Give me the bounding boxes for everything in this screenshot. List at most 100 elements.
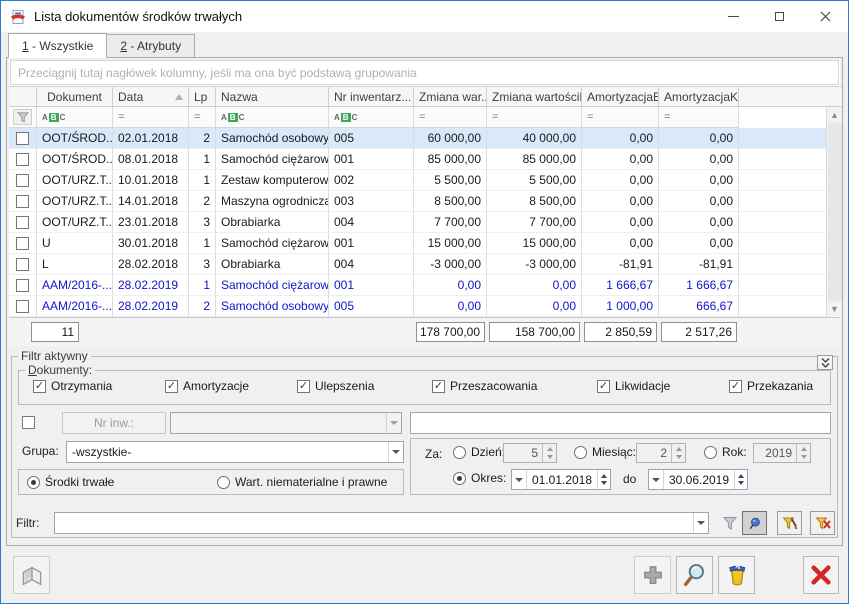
tab-wszystkie[interactable]: 1 - Wszystkie [8, 33, 107, 58]
radio-srodki-trwale[interactable]: Środki trwałe [27, 475, 217, 489]
radio-wartosci-niematerialne[interactable]: Wart. niematerialne i prawne [217, 475, 387, 489]
table-row[interactable]: OOT/URZ.T...10.01.20181Zestaw komputerow… [9, 170, 826, 191]
column-header-c3[interactable]: Lp [189, 86, 216, 107]
table-row[interactable]: OOT/ŚROD...02.01.20182Samochód osobowy .… [9, 128, 826, 149]
row-checkbox[interactable] [16, 258, 29, 271]
book-button[interactable] [13, 556, 50, 594]
view-button[interactable] [676, 556, 713, 594]
nr-inw-checkbox[interactable] [22, 416, 35, 429]
pin-filter-button[interactable] [742, 511, 767, 535]
radio-okres[interactable]: Okres: [453, 471, 506, 485]
radio-miesiac[interactable]: Miesiąc: [574, 445, 636, 459]
table-row[interactable]: U30.01.20181Samochód ciężarowy00115 000,… [9, 233, 826, 254]
filtr-combo[interactable] [54, 512, 709, 534]
row-select-cell[interactable] [9, 128, 37, 148]
document-type-checkbox-5[interactable]: Likwidacje [597, 379, 670, 393]
tab-atrybuty[interactable]: 2 - Atrybuty [106, 34, 195, 57]
row-select-cell[interactable] [9, 296, 37, 316]
nr-inw-combo[interactable] [170, 412, 402, 434]
row-select-cell[interactable] [9, 191, 37, 211]
scroll-up-icon[interactable]: ▲ [827, 107, 843, 123]
row-select-cell[interactable] [9, 233, 37, 253]
filter-cell-c8[interactable]: = [582, 107, 659, 128]
row-checkbox[interactable] [16, 153, 29, 166]
close-button[interactable] [803, 556, 839, 594]
column-header-c7[interactable]: Zmiana wartościK [487, 86, 582, 107]
row-select-cell[interactable] [9, 254, 37, 274]
column-header-c9[interactable]: AmortyzacjaK [659, 86, 739, 107]
filter-cell-c6[interactable]: = [414, 107, 487, 128]
column-header-select[interactable] [9, 86, 37, 107]
spinner-arrows-icon[interactable] [796, 444, 810, 462]
group-by-bar[interactable]: Przeciągnij tutaj nagłówek kolumny, jeśl… [10, 60, 839, 85]
row-checkbox[interactable] [16, 279, 29, 292]
table-row[interactable]: OOT/URZ.T...23.01.20183Obrabiarka0047 70… [9, 212, 826, 233]
row-checkbox[interactable] [16, 132, 29, 145]
column-header-c1[interactable]: Dokument [37, 86, 113, 107]
row-select-cell[interactable] [9, 275, 37, 295]
date-from-picker[interactable]: 01.01.2018 [511, 469, 611, 490]
delete-button[interactable] [718, 556, 755, 594]
calendar-dropdown-icon[interactable] [512, 470, 527, 489]
spinner-arrows-icon[interactable] [597, 470, 610, 489]
filter-cell-c3[interactable]: = [189, 107, 216, 128]
column-header-c8[interactable]: AmortyzacjaB [582, 86, 659, 107]
column-header-c5[interactable]: Nr inwentarz... [329, 86, 414, 107]
filtr-input[interactable] [55, 514, 693, 532]
document-type-checkbox-1[interactable]: Otrzymania [33, 379, 112, 393]
table-row[interactable]: OOT/ŚROD...08.01.20181Samochód ciężarowy… [9, 149, 826, 170]
clear-filter-button[interactable] [810, 511, 835, 535]
edit-filter-button[interactable] [777, 511, 802, 535]
close-window-button[interactable] [802, 1, 848, 32]
magnifier-icon [683, 563, 707, 587]
column-header-c2[interactable]: Data [113, 86, 189, 107]
apply-filter-button[interactable] [717, 511, 742, 535]
document-type-checkbox-4[interactable]: Przeszacowania [432, 379, 537, 393]
row-checkbox[interactable] [16, 216, 29, 229]
filter-cell-c2[interactable]: = [113, 107, 189, 128]
maximize-button[interactable] [756, 1, 802, 32]
spinner-arrows-icon[interactable] [671, 444, 685, 462]
spinner-arrows-icon[interactable] [734, 470, 747, 489]
table-row[interactable]: OOT/URZ.T...14.01.20182Maszyna ogrodnicz… [9, 191, 826, 212]
document-type-checkbox-2[interactable]: Amortyzacje [165, 379, 249, 393]
table-row[interactable]: L28.02.20183Obrabiarka004-3 000,00-3 000… [9, 254, 826, 275]
radio-rok[interactable]: Rok: [704, 445, 747, 459]
cell-data: 28.02.2019 [113, 275, 189, 295]
filter-cell-c4[interactable]: ABC [216, 107, 329, 128]
grupa-combo[interactable]: -wszystkie- [66, 441, 404, 463]
collapse-filter-button[interactable] [817, 355, 833, 370]
date-to-picker[interactable]: 30.06.2019 [648, 469, 748, 490]
calendar-dropdown-icon[interactable] [649, 470, 664, 489]
row-select-cell[interactable] [9, 149, 37, 169]
row-checkbox[interactable] [16, 237, 29, 250]
document-type-checkbox-3[interactable]: Ulepszenia [297, 379, 374, 393]
row-checkbox[interactable] [16, 174, 29, 187]
table-row[interactable]: AAM/2016-...28.02.20191Samochód ciężarow… [9, 275, 826, 296]
scroll-thumb[interactable] [828, 123, 842, 301]
miesiac-spinner[interactable]: 2 [636, 443, 686, 463]
dzien-spinner[interactable]: 5 [503, 443, 557, 463]
row-filter-button[interactable] [9, 107, 37, 128]
row-select-cell[interactable] [9, 170, 37, 190]
row-checkbox[interactable] [16, 195, 29, 208]
row-select-cell[interactable] [9, 212, 37, 232]
document-type-checkbox-6[interactable]: Przekazania [729, 379, 813, 393]
column-header-c6[interactable]: Zmiana war... [414, 86, 487, 107]
rok-spinner[interactable]: 2019 [753, 443, 811, 463]
vertical-scrollbar[interactable]: ▲ ▼ [826, 107, 842, 317]
nr-inw-button[interactable]: Nr inw.: [62, 412, 166, 434]
filter-cell-c9[interactable]: = [659, 107, 739, 128]
filter-cell-c1[interactable]: ABC [37, 107, 113, 128]
filter-cell-c5[interactable]: ABC [329, 107, 414, 128]
add-button[interactable] [634, 556, 671, 594]
filter-cell-c7[interactable]: = [487, 107, 582, 128]
nr-inw-value-input[interactable] [410, 412, 831, 434]
row-checkbox[interactable] [16, 300, 29, 313]
table-row[interactable]: AAM/2016-...28.02.20192Samochód osobowy … [9, 296, 826, 317]
radio-dzien[interactable]: Dzień: [453, 445, 505, 459]
spinner-arrows-icon[interactable] [542, 444, 556, 462]
column-header-c4[interactable]: Nazwa [216, 86, 329, 107]
scroll-down-icon[interactable]: ▼ [827, 301, 843, 317]
minimize-button[interactable] [710, 1, 756, 32]
